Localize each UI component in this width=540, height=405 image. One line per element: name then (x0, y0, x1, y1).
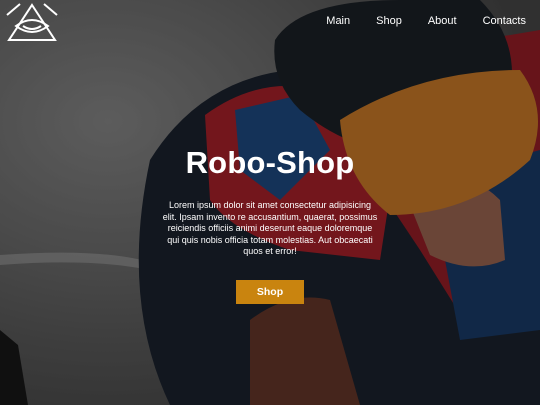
hero-section: Main Shop About Contacts Robo-Shop Lorem… (0, 0, 540, 405)
hero-content: Robo-Shop Lorem ipsum dolor sit amet con… (0, 144, 540, 304)
nav-item-contacts[interactable]: Contacts (483, 13, 526, 29)
page-title: Robo-Shop (185, 145, 355, 180)
eye-triangle-icon[interactable] (6, 2, 58, 42)
hero-description: Lorem ipsum dolor sit amet consectetur a… (162, 200, 378, 256)
main-nav: Main Shop About Contacts (300, 13, 526, 29)
nav-item-about[interactable]: About (428, 13, 457, 29)
shop-button[interactable]: Shop (236, 279, 304, 304)
nav-item-shop[interactable]: Shop (376, 13, 402, 29)
nav-item-main[interactable]: Main (326, 13, 350, 29)
